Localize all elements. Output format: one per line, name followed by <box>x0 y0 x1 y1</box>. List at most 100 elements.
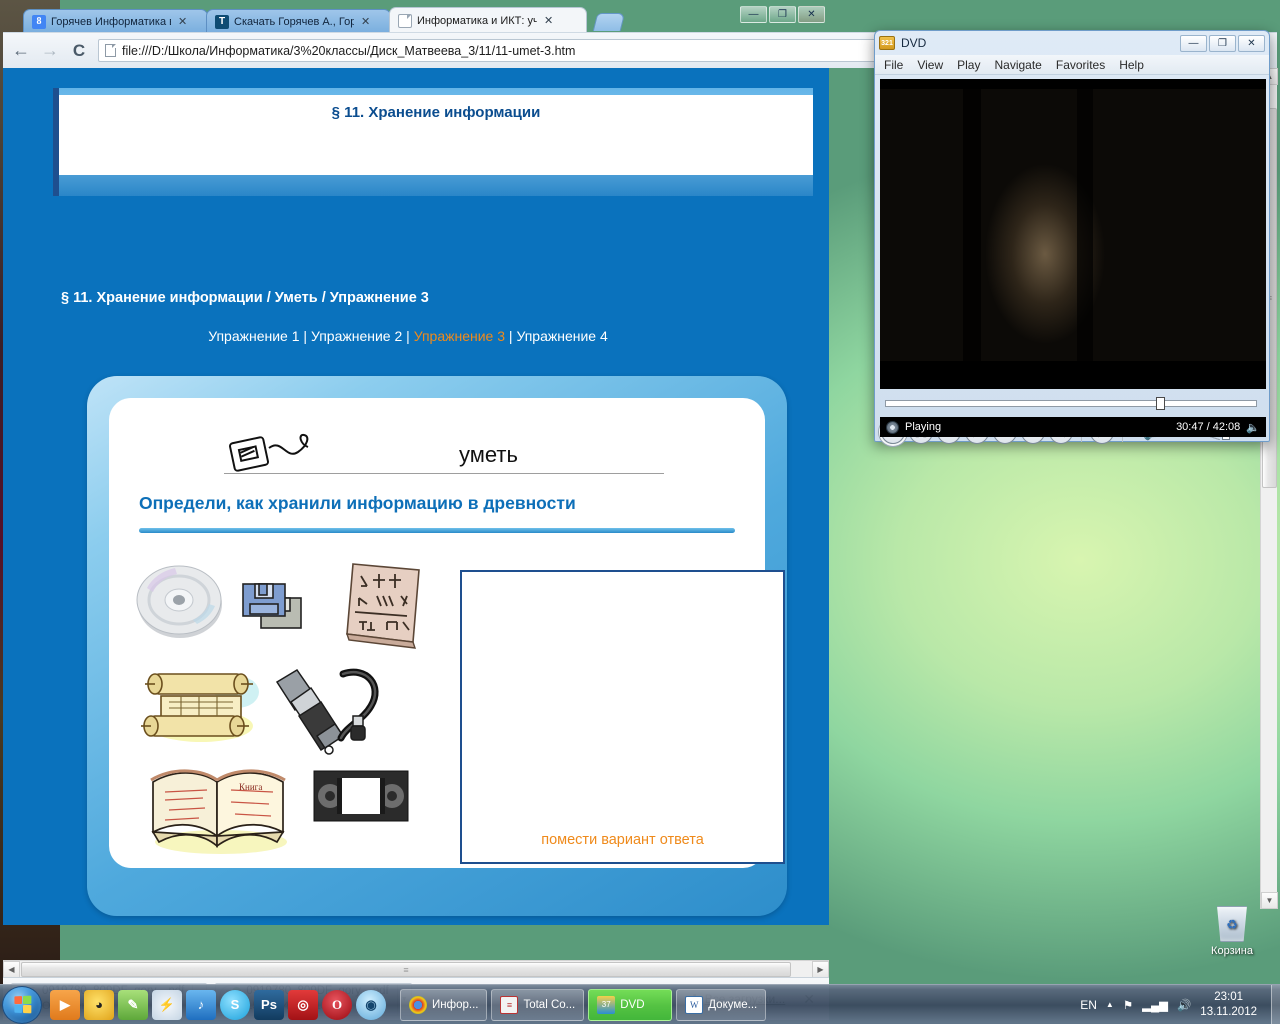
menu-view[interactable]: View <box>917 58 943 72</box>
opera-icon[interactable]: O <box>322 990 352 1020</box>
close-button[interactable]: ✕ <box>798 6 825 23</box>
new-tab-button[interactable] <box>593 13 625 31</box>
answer-dropzone[interactable]: помести вариант ответа <box>460 570 785 864</box>
skype-icon[interactable]: S <box>220 990 250 1020</box>
scroll-right-arrow-icon[interactable]: ▶ <box>812 961 829 978</box>
forward-icon[interactable]: → <box>40 40 60 61</box>
daemon-tools-icon[interactable]: ⚡ <box>152 990 182 1020</box>
minimize-button[interactable]: — <box>740 6 767 23</box>
recycle-bin-label: Корзина <box>1196 945 1268 957</box>
scroll-down-arrow-icon[interactable]: ▼ <box>1261 892 1278 909</box>
nav-separator: | <box>509 328 513 344</box>
dropzone-label: помести вариант ответа <box>462 832 783 848</box>
menu-file[interactable]: File <box>884 58 903 72</box>
seek-thumb[interactable] <box>1156 397 1165 410</box>
window-controls: — ❐ ✕ <box>740 6 825 23</box>
web-page: § 11. Хранение информации § 11. Хранение… <box>3 68 813 925</box>
scroll-left-arrow-icon[interactable]: ◀ <box>3 961 20 978</box>
photoshop-icon[interactable]: Ps <box>254 990 284 1020</box>
mouse-icon <box>224 430 354 478</box>
chrome-browser-window[interactable]: 8 Горячев Информатика в ✕ T Скачать Горя… <box>0 0 832 972</box>
close-icon[interactable]: ✕ <box>178 15 187 28</box>
seek-slider[interactable] <box>885 397 1257 409</box>
chrome-icon <box>409 996 427 1014</box>
close-icon[interactable]: ✕ <box>544 14 553 27</box>
show-hidden-icons-icon[interactable]: ▲ <box>1106 1000 1114 1009</box>
page-viewport: § 11. Хранение информации § 11. Хранение… <box>3 68 829 925</box>
maximize-button[interactable]: ❐ <box>1209 35 1236 52</box>
menu-navigate[interactable]: Navigate <box>994 58 1041 72</box>
video-shadow-bar <box>1077 89 1093 361</box>
exercise-badge: уметь <box>224 428 664 480</box>
tab-title: Информатика и ИКТ: уче <box>417 15 537 27</box>
dvd-titlebar[interactable]: 321 DVD — ❐ ✕ <box>875 31 1269 55</box>
windows-logo-icon <box>14 996 31 1014</box>
clay-tablet-icon[interactable] <box>337 558 427 652</box>
cd-disc-icon[interactable] <box>133 562 229 640</box>
clock-date: 13.11.2012 <box>1200 1005 1257 1020</box>
exercise-card-inner: уметь Определи, как хранили информацию в… <box>109 398 765 868</box>
camera-icon[interactable]: ◎ <box>288 990 318 1020</box>
system-tray: EN ▲ ⚑ ▂▄▆ 🔊 23:01 13.11.2012 <box>1080 990 1267 1020</box>
video-frame <box>880 89 1266 361</box>
browser-tabstrip: 8 Горячев Информатика в ✕ T Скачать Горя… <box>1 1 831 33</box>
emule-icon[interactable]: ◕ <box>84 990 114 1020</box>
speaker-muted-icon[interactable]: 🔈 <box>1246 421 1260 434</box>
badge-label: уметь <box>459 442 518 468</box>
vhs-cassette-icon[interactable] <box>313 770 409 822</box>
exercise-link-4[interactable]: Упражнение 4 <box>516 328 607 344</box>
clock[interactable]: 23:01 13.11.2012 <box>1200 990 1257 1020</box>
language-indicator[interactable]: EN <box>1080 998 1097 1012</box>
close-button[interactable]: ✕ <box>1238 35 1265 52</box>
taskbar-item-dvd[interactable]: 37 DVD <box>588 989 672 1021</box>
browser-tab-1[interactable]: 8 Горячев Информатика в ✕ <box>23 9 208 33</box>
tab-title: Скачать Горячев А., Гор <box>234 16 354 28</box>
flag-icon[interactable]: ⚑ <box>1123 998 1133 1012</box>
google-icon: 8 <box>32 15 46 29</box>
exercise-card: уметь Определи, как хранили информацию в… <box>87 376 787 916</box>
notepad-icon[interactable]: ✎ <box>118 990 148 1020</box>
playback-time: 30:47 / 42:08 <box>1176 421 1240 433</box>
horizontal-scroll-thumb[interactable] <box>21 962 791 977</box>
maximize-button[interactable]: ❐ <box>769 6 796 23</box>
clock-time: 23:01 <box>1200 990 1257 1005</box>
exercise-link-2[interactable]: Упражнение 2 <box>311 328 402 344</box>
browser-tab-2[interactable]: T Скачать Горячев А., Гор ✕ <box>206 9 391 33</box>
page-horizontal-scrollbar[interactable]: ◀ ▶ <box>3 960 829 977</box>
total-commander-icon: ≡ <box>500 996 518 1014</box>
show-desktop-button[interactable] <box>1271 985 1280 1025</box>
start-button[interactable] <box>2 986 42 1024</box>
usb-flash-drive-icon[interactable] <box>267 664 391 760</box>
recycle-bin-icon <box>1215 906 1249 942</box>
exercise-link-1[interactable]: Упражнение 1 <box>208 328 299 344</box>
document-icon <box>398 14 412 28</box>
menu-favorites[interactable]: Favorites <box>1056 58 1105 72</box>
papyrus-scroll-icon[interactable] <box>141 666 261 746</box>
music-icon[interactable]: ♪ <box>186 990 216 1020</box>
video-surface[interactable] <box>880 79 1266 389</box>
media-player-icon[interactable]: ▶ <box>50 990 80 1020</box>
dvd-player-icon: 37 <box>597 996 615 1014</box>
exercise-nav: Упражнение 1 | Упражнение 2 | Упражнение… <box>3 328 813 344</box>
taskbar-item-total-commander[interactable]: ≡ Total Co... <box>491 989 584 1021</box>
close-icon[interactable]: ✕ <box>361 15 370 28</box>
reload-icon[interactable]: C <box>69 41 89 61</box>
minimize-button[interactable]: — <box>1180 35 1207 52</box>
volume-icon[interactable]: 🔊 <box>1177 998 1191 1012</box>
menu-play[interactable]: Play <box>957 58 980 72</box>
task-title: Определи, как хранили информацию в древн… <box>139 493 576 514</box>
dvd-player-window[interactable]: 321 DVD — ❐ ✕ File View Play Navigate Fa… <box>874 30 1270 442</box>
network-icon[interactable]: ▂▄▆ <box>1142 998 1168 1012</box>
floppy-disk-icon[interactable] <box>239 578 311 634</box>
taskbar-item-word[interactable]: W Докуме... <box>676 989 766 1021</box>
desktop-icon-recycle-bin[interactable]: Корзина <box>1196 906 1268 957</box>
menu-help[interactable]: Help <box>1119 58 1144 72</box>
page-info-icon[interactable] <box>105 44 116 57</box>
open-book-icon[interactable]: Книга <box>143 758 295 854</box>
nav-separator: | <box>406 328 410 344</box>
back-icon[interactable]: ← <box>11 40 31 61</box>
taskbar-item-chrome[interactable]: Инфор... <box>400 989 487 1021</box>
exercise-link-3-current[interactable]: Упражнение 3 <box>414 328 505 344</box>
browser-tab-3[interactable]: Информатика и ИКТ: уче ✕ <box>389 7 587 33</box>
alien-icon[interactable]: ◉ <box>356 990 386 1020</box>
